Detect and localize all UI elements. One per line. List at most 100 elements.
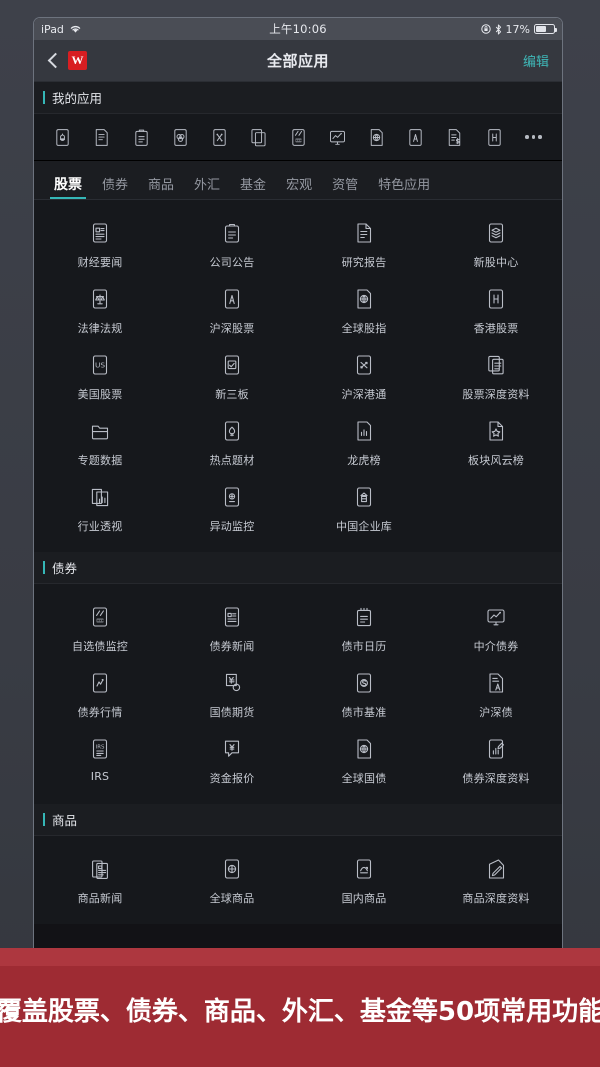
- bar-chart-doc-icon: [352, 418, 376, 444]
- app-tile[interactable]: US美国股票: [34, 344, 166, 410]
- announcement-icon: [220, 220, 244, 246]
- my-app-letter-a-doc-icon[interactable]: [396, 127, 435, 148]
- my-app-calculator-slash-icon[interactable]: [278, 127, 317, 148]
- app-tile[interactable]: 债市基准: [298, 662, 430, 728]
- app-tile[interactable]: 异动监控: [166, 476, 298, 542]
- app-tile-label: 全球国债: [342, 770, 387, 786]
- app-tile[interactable]: 香港股票: [430, 278, 562, 344]
- app-tile[interactable]: 行业透视: [34, 476, 166, 542]
- app-tile[interactable]: 股票深度资料: [430, 344, 562, 410]
- svg-text:US: US: [95, 360, 105, 369]
- app-tile[interactable]: 沪深港通: [298, 344, 430, 410]
- app-tile[interactable]: 新三板: [166, 344, 298, 410]
- tab-2[interactable]: 商品: [138, 179, 184, 199]
- doc-a-icon: [484, 670, 508, 696]
- app-tile[interactable]: 财经要闻: [34, 212, 166, 278]
- chart-monitor-icon: [327, 127, 348, 148]
- venn-circles-icon: [170, 127, 191, 148]
- app-tile[interactable]: 中国企业库: [298, 476, 430, 542]
- app-tile[interactable]: 资金报价: [166, 728, 298, 794]
- app-tile[interactable]: 全球国债: [298, 728, 430, 794]
- my-apps-strip: [34, 114, 562, 161]
- yen-futures-icon: [220, 670, 244, 696]
- promo-banner: 覆盖股票、债券、商品、外汇、基金等50项常用功能: [0, 948, 600, 1067]
- clipboard-icon: [131, 127, 152, 148]
- app-tile-label: 债市日历: [342, 638, 387, 654]
- tab-1[interactable]: 债券: [92, 179, 138, 199]
- app-tile[interactable]: IRSIRS: [34, 728, 166, 794]
- us-doc-icon: US: [88, 352, 112, 378]
- calculator-slash-icon: [288, 127, 309, 148]
- my-app-scatter-x-icon[interactable]: [200, 127, 239, 148]
- news-doc-icon: [88, 220, 112, 246]
- app-tile[interactable]: 板块风云榜: [430, 410, 562, 476]
- my-app-globe-doc-icon[interactable]: [357, 127, 396, 148]
- app-tile-label: 行业透视: [78, 518, 123, 534]
- nav-left-group[interactable]: W: [47, 51, 87, 70]
- section-header-label: 商品: [52, 810, 77, 829]
- tablet-screen: iPad 上午10:06 17% W: [34, 18, 562, 948]
- my-app-list-dollar-icon[interactable]: [435, 127, 474, 148]
- app-tile[interactable]: 国债期货: [166, 662, 298, 728]
- section-accent-bar: [43, 813, 45, 826]
- my-app-letter-h-doc-icon[interactable]: [475, 127, 514, 148]
- app-logo[interactable]: W: [68, 51, 87, 70]
- tab-label: 宏观: [286, 178, 312, 193]
- tab-5[interactable]: 宏观: [276, 179, 322, 199]
- app-tile-label: 研究报告: [342, 254, 387, 270]
- my-app-clipboard-icon[interactable]: [121, 127, 160, 148]
- my-app-venn-circles-icon[interactable]: [161, 127, 200, 148]
- app-tile[interactable]: 专题数据: [34, 410, 166, 476]
- my-apps-more-button[interactable]: [514, 135, 553, 139]
- my-app-layered-docs-icon[interactable]: [239, 127, 278, 148]
- tab-6[interactable]: 资管: [322, 179, 368, 199]
- app-tile[interactable]: 国内商品: [298, 848, 430, 914]
- back-chevron-icon[interactable]: [48, 53, 64, 69]
- bluetooth-icon: [495, 24, 502, 35]
- enterprise-doc-icon: [352, 484, 376, 510]
- section-header-label: 我的应用: [52, 88, 102, 107]
- letter-h-doc-icon: [484, 286, 508, 312]
- tab-4[interactable]: 基金: [230, 179, 276, 199]
- app-tile-label: 新股中心: [474, 254, 519, 270]
- app-tile[interactable]: 债券新闻: [166, 596, 298, 662]
- app-tile[interactable]: 法律法规: [34, 278, 166, 344]
- app-tile[interactable]: 龙虎榜: [298, 410, 430, 476]
- tab-7[interactable]: 特色应用: [368, 179, 440, 199]
- text-doc-icon: [91, 127, 112, 148]
- app-grid-2: 商品新闻 全球商品 国内商品商品深度资料: [34, 836, 562, 924]
- benchmark-doc-icon: [352, 670, 376, 696]
- app-tile[interactable]: 商品新闻: [34, 848, 166, 914]
- app-tile[interactable]: 热点题材: [166, 410, 298, 476]
- tab-label: 商品: [148, 178, 174, 193]
- app-tile[interactable]: 自选债监控: [34, 596, 166, 662]
- app-tile[interactable]: 中介债券: [430, 596, 562, 662]
- app-tile[interactable]: 债市日历: [298, 596, 430, 662]
- app-tile[interactable]: 沪深股票: [166, 278, 298, 344]
- tab-label: 外汇: [194, 178, 220, 193]
- app-tile[interactable]: 全球股指: [298, 278, 430, 344]
- tab-label: 债券: [102, 178, 128, 193]
- app-tile-label: 全球商品: [210, 890, 255, 906]
- stacked-docs-icon: [484, 352, 508, 378]
- app-tile[interactable]: 债券深度资料: [430, 728, 562, 794]
- my-app-chart-monitor-icon[interactable]: [318, 127, 357, 148]
- battery-icon: [534, 24, 555, 34]
- my-app-text-doc-icon[interactable]: [82, 127, 121, 148]
- app-tile-label: 商品新闻: [78, 890, 123, 906]
- my-app-bell-doc-icon[interactable]: [43, 127, 82, 148]
- app-tile[interactable]: 新股中心: [430, 212, 562, 278]
- app-tile[interactable]: 公司公告: [166, 212, 298, 278]
- section-accent-bar: [43, 561, 45, 574]
- device-frame: iPad 上午10:06 17% W: [0, 0, 600, 1067]
- tab-3[interactable]: 外汇: [184, 179, 230, 199]
- app-tile[interactable]: 债券行情: [34, 662, 166, 728]
- calendar-icon: [352, 604, 376, 630]
- app-tile[interactable]: 研究报告: [298, 212, 430, 278]
- app-tile[interactable]: 商品深度资料: [430, 848, 562, 914]
- app-tile[interactable]: 全球商品: [166, 848, 298, 914]
- app-tile[interactable]: 沪深债: [430, 662, 562, 728]
- edit-button[interactable]: 编辑: [523, 51, 549, 70]
- tab-0[interactable]: 股票: [44, 178, 92, 199]
- app-tile-label: 沪深债: [479, 704, 513, 720]
